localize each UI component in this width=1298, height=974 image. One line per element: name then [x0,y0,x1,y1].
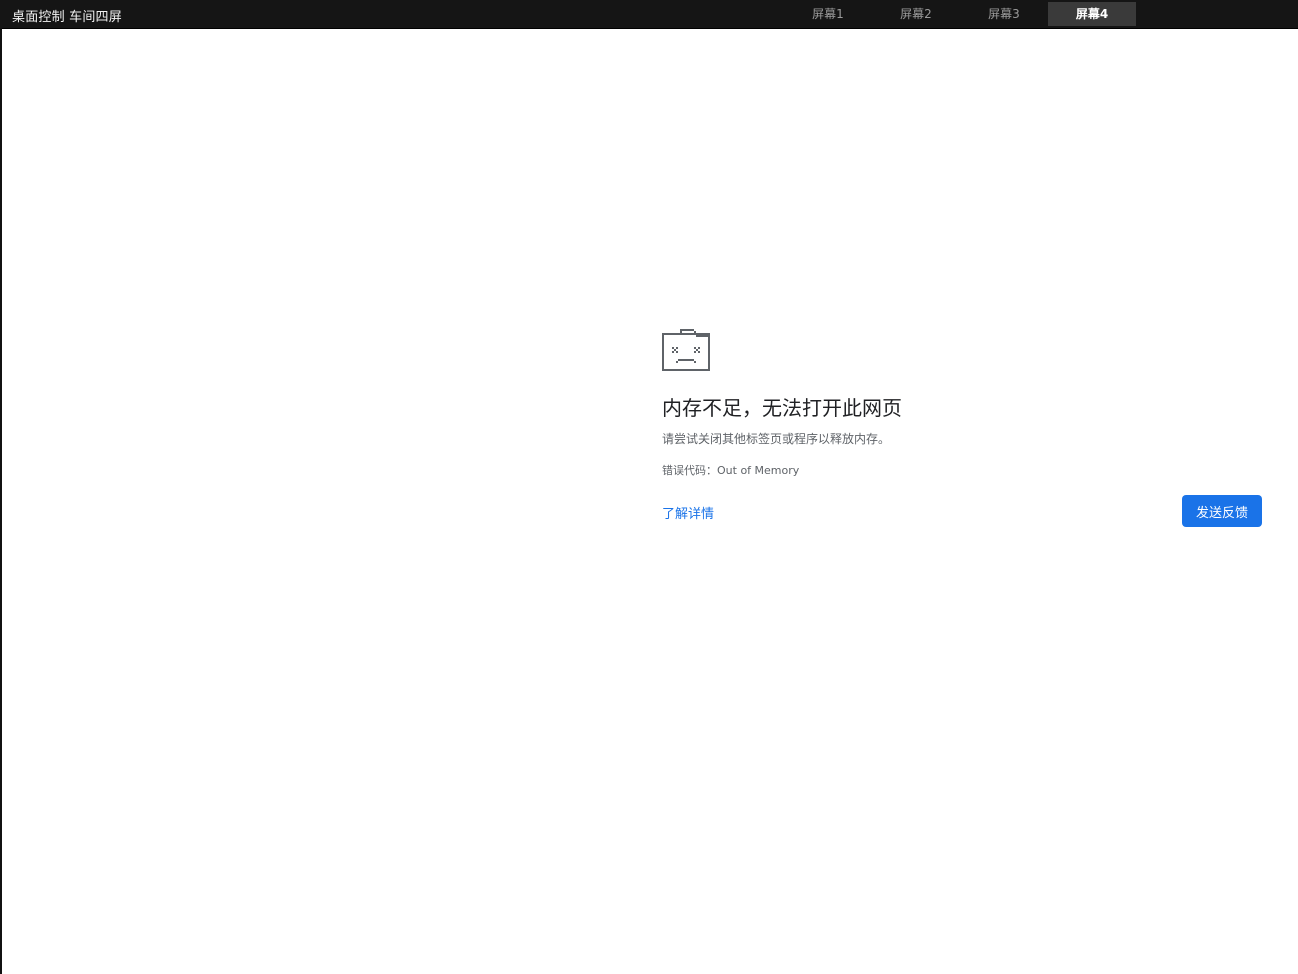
send-feedback-button[interactable]: 发送反馈 [1182,495,1262,527]
tab-screen-3[interactable]: 屏幕3 [960,2,1048,26]
error-description: 请尝试关闭其他标签页或程序以释放内存。 [662,432,891,446]
error-title: 内存不足，无法打开此网页 [662,396,902,420]
browser-content [2,29,1298,974]
title-bar: 桌面控制 车间四屏 屏幕1 屏幕2 屏幕3 屏幕4 [0,0,1298,29]
app-title: 桌面控制 车间四屏 [12,10,122,25]
learn-more-link[interactable]: 了解详情 [662,503,714,522]
tab-screen-2[interactable]: 屏幕2 [872,2,960,26]
tab-screen-1[interactable]: 屏幕1 [784,2,872,26]
error-code: 错误代码：Out of Memory [662,464,800,477]
screen-tabs: 屏幕1 屏幕2 屏幕3 屏幕4 [784,2,1136,26]
sad-folder-icon [662,329,710,371]
tab-screen-4[interactable]: 屏幕4 [1048,2,1136,26]
